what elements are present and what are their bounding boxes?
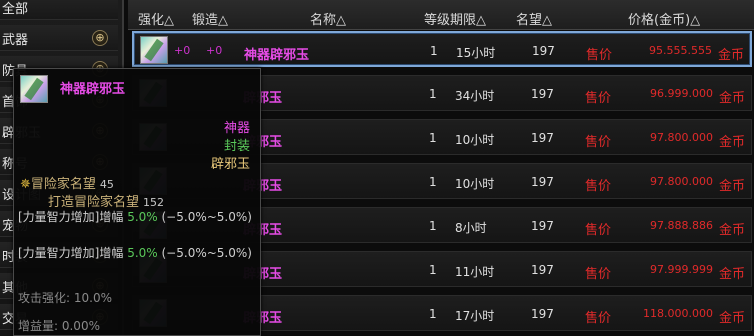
sell-label: 售价 xyxy=(585,267,612,282)
duration-value: 17小时 xyxy=(455,309,495,323)
level-value: 1 xyxy=(430,44,438,58)
price-unit: 金币 xyxy=(718,223,745,238)
price-unit: 金币 xyxy=(718,135,745,150)
forge-adventurer-reputation: 打造冒险家名望 152 xyxy=(48,195,165,210)
duration-value: 15小时 xyxy=(456,46,496,60)
strengthen-value: +0 xyxy=(174,44,191,57)
reputation-value: 197 xyxy=(531,219,554,233)
price-value: 97.999.999 xyxy=(650,263,713,276)
zoom-icon[interactable]: ⊕ xyxy=(92,30,108,46)
sort-strengthen-header[interactable]: 强化△ xyxy=(138,9,174,28)
tooltip-rarity: 神器 xyxy=(223,121,250,136)
duration-value: 34小时 xyxy=(455,89,495,103)
item-name: 神器辟邪玉 xyxy=(244,48,310,63)
price-value: 97.888.886 xyxy=(650,219,713,232)
category-label: 武器 xyxy=(2,33,29,48)
level-value: 1 xyxy=(429,131,437,145)
price-value: 97.800.000 xyxy=(650,175,713,188)
price-value: 97.800.000 xyxy=(650,131,713,144)
sort-forge-header[interactable]: 锻造△ xyxy=(192,9,228,28)
reputation-value: 197 xyxy=(531,307,554,321)
level-value: 1 xyxy=(429,263,437,277)
sort-reputation-header[interactable]: 名望△ xyxy=(516,9,552,28)
sell-label: 售价 xyxy=(585,91,612,106)
duration-value: 8小时 xyxy=(455,221,487,235)
gain-amount: 增益量: 0.00% xyxy=(18,319,100,333)
stat-line-1: [力量智力增加]增幅 5.0% (−5.0%~5.0%) xyxy=(18,210,252,224)
price-unit: 金币 xyxy=(717,48,744,63)
sort-name-header[interactable]: 名称△ xyxy=(310,9,346,28)
reputation-value: 197 xyxy=(532,44,555,58)
tooltip-item-name: 神器辟邪玉 xyxy=(60,82,126,97)
level-value: 1 xyxy=(429,175,437,189)
sell-label: 售价 xyxy=(586,48,613,63)
sidebar-category-item[interactable]: 全部 xyxy=(0,0,118,20)
price-unit: 金币 xyxy=(718,91,745,106)
sell-label: 售价 xyxy=(585,311,612,326)
sell-label: 售价 xyxy=(585,223,612,238)
item-gem-icon xyxy=(140,36,168,64)
listing-row[interactable]: +0 +0 神器辟邪玉 1 15小时 197 售价 95.555.555 金币 xyxy=(132,31,752,67)
tooltip-seal-state: 封装 xyxy=(223,139,250,154)
sell-label: 售价 xyxy=(585,135,612,150)
duration-value: 11小时 xyxy=(455,265,495,279)
price-value: 118.000.000 xyxy=(643,307,713,320)
sell-label: 售价 xyxy=(585,179,612,194)
reputation-value: 197 xyxy=(531,87,554,101)
forge-value: +0 xyxy=(206,44,223,57)
reputation-value: 197 xyxy=(531,263,554,277)
item-gem-icon xyxy=(20,75,48,103)
tooltip-item-type: 辟邪玉 xyxy=(210,157,250,172)
category-label: 全部 xyxy=(2,2,29,17)
attack-strengthen: 攻击强化: 10.0% xyxy=(18,291,112,305)
price-unit: 金币 xyxy=(718,179,745,194)
item-tooltip: 神器辟邪玉 神器 封装 辟邪玉 ✵冒险家名望 45 打造冒险家名望 152 [力量智… xyxy=(13,68,261,336)
level-value: 1 xyxy=(429,219,437,233)
duration-value: 10小时 xyxy=(455,133,495,147)
duration-value: 10小时 xyxy=(455,177,495,191)
sort-price-header[interactable]: 价格(金币)△ xyxy=(628,9,700,28)
sort-level-duration-header[interactable]: 等级期限△ xyxy=(424,9,486,28)
reputation-value: 197 xyxy=(531,131,554,145)
adventurer-reputation: ✵冒险家名望 45 xyxy=(20,177,114,192)
price-value: 96.999.000 xyxy=(650,87,713,100)
reputation-value: 197 xyxy=(531,175,554,189)
stat-line-2: [力量智力增加]增幅 5.0% (−5.0%~5.0%) xyxy=(18,246,252,260)
level-value: 1 xyxy=(429,307,437,321)
listing-header: 强化△ 锻造△ 名称△ 等级期限△ 名望△ 价格(金币)△ xyxy=(128,0,754,30)
level-value: 1 xyxy=(429,87,437,101)
price-unit: 金币 xyxy=(718,267,745,282)
star-icon: ✵ xyxy=(20,177,31,192)
price-unit: 金币 xyxy=(718,311,745,326)
sidebar-category-item[interactable]: 武器 ⊕ xyxy=(0,25,118,51)
price-value: 95.555.555 xyxy=(649,44,712,57)
